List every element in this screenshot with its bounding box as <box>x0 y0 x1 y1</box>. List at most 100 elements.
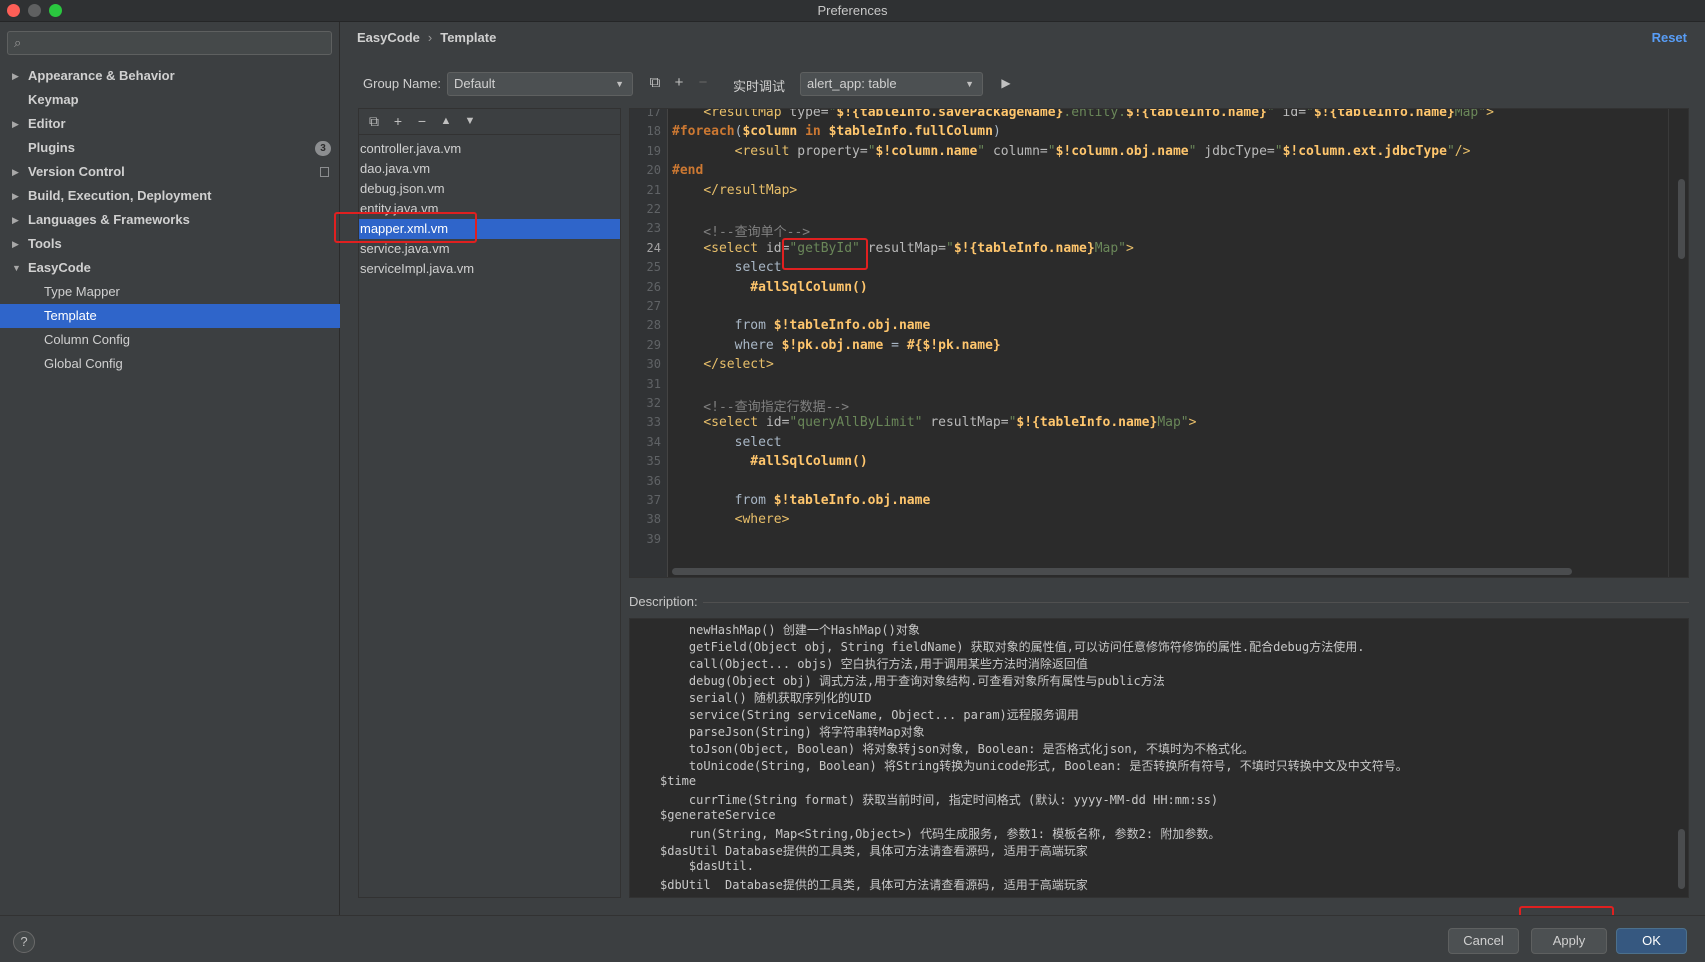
code-line[interactable]: </resultMap> <box>672 183 797 198</box>
dialog-button-bar: ? Cancel Apply OK <box>0 915 1705 962</box>
collapse-arrow-icon[interactable]: ▼ <box>12 256 21 280</box>
description-line: service(String serviceName, Object... pa… <box>660 708 1079 722</box>
ok-button[interactable]: OK <box>1616 928 1687 954</box>
group-name-select[interactable]: Default ▼ <box>447 72 633 96</box>
code-line[interactable]: <select id="getById" resultMap="$!{table… <box>672 241 1134 256</box>
settings-tree: ▶ Appearance & Behavior Keymap ▶ Editor … <box>0 64 340 376</box>
description-scrollbar[interactable] <box>1678 829 1685 889</box>
description-line: newHashMap() 创建一个HashMap()对象 <box>660 623 920 637</box>
move-down-icon[interactable]: ▼ <box>461 115 479 127</box>
description-line: currTime(String format) 获取当前时间, 指定时间格式 (… <box>660 793 1219 807</box>
sidebar-item-tools[interactable]: ▶ Tools <box>0 232 340 256</box>
code-line[interactable]: <where> <box>672 512 790 527</box>
sidebar-item-version-control[interactable]: ▶ Version Control <box>0 160 340 184</box>
sidebar-item-editor[interactable]: ▶ Editor <box>0 112 340 136</box>
list-item[interactable]: debug.json.vm <box>359 179 620 199</box>
description-line: call(Object... objs) 空白执行方法,用于调用某些方法时消除返… <box>660 657 1088 671</box>
sidebar-item-global-config[interactable]: Global Config <box>0 352 340 376</box>
code-line[interactable]: select <box>672 260 782 275</box>
code-line[interactable]: <!--查询指定行数据--> <box>672 396 849 415</box>
line-number: 33 <box>646 415 661 430</box>
code-line[interactable]: <select id="queryAllByLimit" resultMap="… <box>672 415 1196 430</box>
list-item[interactable]: serviceImpl.java.vm <box>359 259 620 279</box>
editor-vertical-scrollbar[interactable] <box>1678 179 1685 259</box>
description-line: debug(Object obj) 调式方法,用于查询对象结构.可查看对象所有属… <box>660 674 1165 688</box>
line-number: 25 <box>646 260 661 275</box>
cancel-button[interactable]: Cancel <box>1448 928 1519 954</box>
code-line[interactable]: <resultMap type="$!{tableInfo.savePackag… <box>672 109 1494 120</box>
description-line: toJson(Object, Boolean) 将对象转json对象, Bool… <box>660 742 1255 756</box>
group-name-label: Group Name: <box>363 76 442 91</box>
line-number: 27 <box>646 299 661 313</box>
expand-arrow-icon[interactable]: ▶ <box>12 160 19 184</box>
editor-horizontal-scrollbar[interactable] <box>672 568 1572 575</box>
breadcrumb: EasyCode › Template <box>357 30 496 45</box>
description-line: run(String, Map<String,Object>) 代码生成服务, … <box>660 827 1221 841</box>
description-line: $time <box>660 774 697 788</box>
remove-template-icon[interactable]: − <box>413 113 431 129</box>
copy-group-icon[interactable]: ⧉ <box>646 74 664 91</box>
sidebar-item-column-config[interactable]: Column Config <box>0 328 340 352</box>
sidebar-item-template[interactable]: Template <box>0 304 340 328</box>
sidebar-item-keymap[interactable]: Keymap <box>0 88 340 112</box>
help-button[interactable]: ? <box>13 931 35 953</box>
sidebar-item-type-mapper[interactable]: Type Mapper <box>0 280 340 304</box>
code-line[interactable]: where $!pk.obj.name = #{$!pk.name} <box>672 338 1001 353</box>
code-line[interactable]: select <box>672 435 782 450</box>
code-line[interactable]: #allSqlColumn() <box>672 280 867 295</box>
chevron-down-icon: ▼ <box>965 79 974 89</box>
sidebar-item-appearance[interactable]: ▶ Appearance & Behavior <box>0 64 340 88</box>
code-line[interactable]: #allSqlColumn() <box>672 454 867 469</box>
line-number-gutter: 17 18 19 20 21 22 23 24 25 26 27 28 29 30 31 32 33 34 35 36… <box>630 109 668 577</box>
title-bar: Preferences <box>0 0 1705 22</box>
expand-arrow-icon[interactable]: ▶ <box>12 64 19 88</box>
sidebar-item-plugins[interactable]: Plugins 3 <box>0 136 340 160</box>
code-line[interactable]: from $!tableInfo.obj.name <box>672 493 931 508</box>
highlight-box-selected-file <box>334 212 477 243</box>
line-number: 38 <box>646 512 661 527</box>
run-debug-icon[interactable]: ▶ <box>997 76 1015 90</box>
template-toolbar: Group Name: Default ▼ ⧉ + − 实时调试 alert_a… <box>361 72 1691 96</box>
code-area[interactable]: <resultMap type="$!{tableInfo.savePackag… <box>668 109 1688 577</box>
breadcrumb-parent: EasyCode <box>357 30 420 45</box>
copy-template-icon[interactable]: ⧉ <box>365 113 383 130</box>
apply-button[interactable]: Apply <box>1531 928 1607 954</box>
code-line[interactable]: #foreach($column in $tableInfo.fullColum… <box>672 124 1001 139</box>
settings-search-input[interactable]: ⌕ <box>7 31 332 55</box>
file-list-toolbar: ⧉ + − ▲ ▼ <box>359 109 620 135</box>
line-number: 36 <box>646 473 661 488</box>
list-item[interactable]: dao.java.vm <box>359 159 620 179</box>
window-title: Preferences <box>817 3 888 18</box>
reset-link[interactable]: Reset <box>1652 30 1687 45</box>
settings-sidebar: ⌕ ▶ Appearance & Behavior Keymap ▶ Edito… <box>0 22 340 915</box>
add-template-icon[interactable]: + <box>389 113 407 129</box>
list-item[interactable]: controller.java.vm <box>359 139 620 159</box>
move-up-icon[interactable]: ▲ <box>437 115 455 127</box>
template-code-editor[interactable]: 17 18 19 20 21 22 23 24 25 26 27 28 29 30 31 32 33 34 35 36… <box>629 108 1689 578</box>
code-line[interactable]: </select> <box>672 357 773 372</box>
description-label: Description: <box>629 594 698 609</box>
line-number: 19 <box>646 143 661 158</box>
expand-arrow-icon[interactable]: ▶ <box>12 184 19 208</box>
line-number: 17 <box>646 108 661 119</box>
sidebar-item-easycode[interactable]: ▼ EasyCode <box>0 256 340 280</box>
code-line[interactable]: from $!tableInfo.obj.name <box>672 318 931 333</box>
add-group-icon[interactable]: + <box>670 74 688 91</box>
file-list-items: controller.java.vm dao.java.vm debug.jso… <box>359 139 620 279</box>
right-margin-guide <box>1668 109 1669 577</box>
sidebar-item-build[interactable]: ▶ Build, Execution, Deployment <box>0 184 340 208</box>
sidebar-item-languages[interactable]: ▶ Languages & Frameworks <box>0 208 340 232</box>
live-debug-table-select[interactable]: alert_app: table ▼ <box>800 72 983 96</box>
description-line: serial() 随机获取序列化的UID <box>660 691 872 705</box>
expand-arrow-icon[interactable]: ▶ <box>12 112 19 136</box>
remove-group-icon[interactable]: − <box>694 74 712 91</box>
description-text-area[interactable]: newHashMap() 创建一个HashMap()对象 getField(Ob… <box>629 618 1689 898</box>
line-number: 34 <box>646 434 661 449</box>
code-line[interactable]: <result property="$!column.name" column=… <box>672 144 1471 159</box>
code-line[interactable]: #end <box>672 163 703 178</box>
breadcrumb-current: Template <box>440 30 497 45</box>
expand-arrow-icon[interactable]: ▶ <box>12 208 19 232</box>
expand-arrow-icon[interactable]: ▶ <box>12 232 19 256</box>
description-line: getField(Object obj, String fieldName) 获… <box>660 640 1365 654</box>
line-number: 32 <box>646 396 661 410</box>
